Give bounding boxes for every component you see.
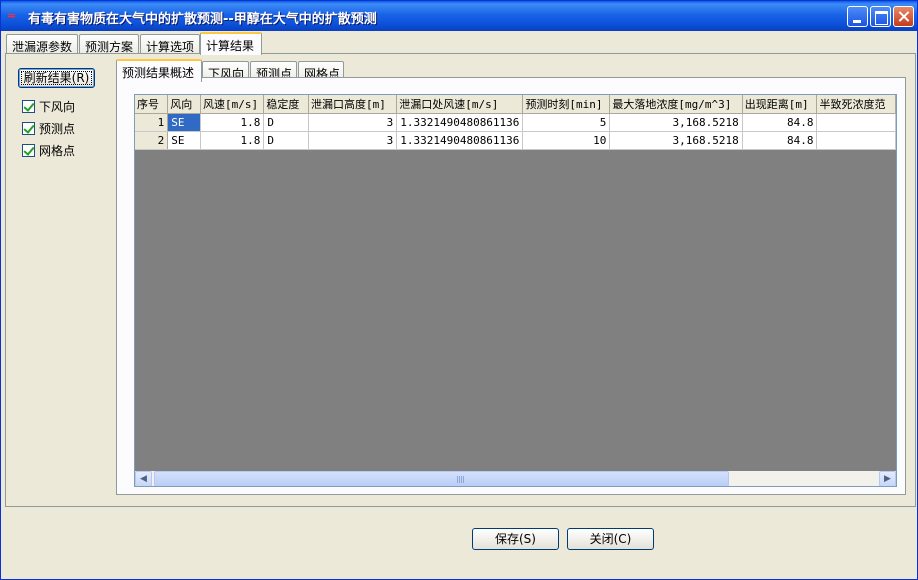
checkbox-icon[interactable] (22, 143, 35, 157)
results-grid[interactable]: 序号 风向 风速[m/s] 稳定度 泄漏口高度[m] 泄漏口处风速[m/s] 预… (134, 94, 897, 487)
save-button[interactable]: 保存(S) (472, 528, 559, 550)
table-cell[interactable]: 3,168.5218 (609, 131, 743, 150)
column-header[interactable]: 预测时刻[min] (522, 95, 611, 114)
close-window-button[interactable] (893, 6, 914, 27)
table-cell[interactable]: 2 (135, 131, 169, 150)
column-header[interactable]: 泄漏口处风速[m/s] (396, 95, 524, 114)
window-title: 有毒有害物质在大气中的扩散预测--甲醇在大气中的扩散预测 (28, 12, 377, 27)
column-header[interactable]: 风向 (167, 95, 201, 114)
column-header[interactable]: 泄漏口高度[m] (308, 95, 398, 114)
column-header[interactable]: 最大落地浓度[mg/m^3] (609, 95, 743, 114)
table-cell[interactable]: 84.8 (742, 131, 818, 150)
subtab-summary[interactable]: 预测结果概述 (116, 59, 202, 82)
table-cell[interactable]: 1.3321490480861136 (396, 113, 524, 132)
check-label: 预测点 (39, 121, 76, 136)
check-label: 网格点 (39, 143, 76, 158)
tab-calc-results[interactable]: 计算结果 (200, 32, 262, 55)
table-cell[interactable]: D (263, 113, 309, 132)
checkbox-icon[interactable] (22, 99, 35, 113)
table-cell[interactable]: 5 (522, 113, 611, 132)
table-cell[interactable]: 1.8 (200, 113, 265, 132)
table-cell[interactable]: 3,168.5218 (609, 113, 743, 132)
table-cell[interactable]: 84.8 (742, 113, 818, 132)
scroll-left-icon[interactable]: ◀ (135, 471, 152, 486)
main-window: ≈ 有毒有害物质在大气中的扩散预测--甲醇在大气中的扩散预测 泄漏源参数 预测方… (0, 0, 918, 580)
table-cell[interactable]: 1.8 (200, 131, 265, 150)
tab-leak-source[interactable]: 泄漏源参数 (6, 34, 78, 54)
column-header[interactable]: 序号 (135, 95, 169, 114)
check-prediction-point[interactable]: 预测点 (22, 120, 75, 136)
minimize-button[interactable] (847, 6, 868, 27)
column-header[interactable]: 稳定度 (263, 95, 309, 114)
tab-calc-options[interactable]: 计算选项 (140, 34, 200, 54)
tab-prediction-plan[interactable]: 预测方案 (79, 34, 139, 54)
column-header[interactable]: 风速[m/s] (200, 95, 265, 114)
column-header[interactable]: 半致死浓度范 (816, 95, 896, 114)
table-cell[interactable]: 10 (522, 131, 611, 150)
check-grid-point[interactable]: 网格点 (22, 142, 75, 158)
table-cell[interactable]: D (263, 131, 309, 150)
close-button[interactable]: 关闭(C) (567, 528, 654, 550)
table-cell[interactable]: SE (167, 131, 201, 150)
horizontal-scrollbar[interactable]: ◀ ▶ (135, 471, 896, 486)
maximize-button[interactable] (870, 6, 891, 27)
refresh-results-button[interactable]: 刷新结果(R) (18, 68, 95, 88)
results-table: 序号 风向 风速[m/s] 稳定度 泄漏口高度[m] 泄漏口处风速[m/s] 预… (135, 95, 896, 150)
scroll-right-icon[interactable]: ▶ (879, 471, 896, 486)
table-cell[interactable]: 3 (308, 113, 398, 132)
table-cell[interactable]: 3 (308, 131, 398, 150)
check-downwind[interactable]: 下风向 (22, 98, 75, 114)
table-cell[interactable]: SE (167, 113, 201, 132)
scrollbar-thumb[interactable] (154, 471, 729, 486)
table-header-row: 序号 风向 风速[m/s] 稳定度 泄漏口高度[m] 泄漏口处风速[m/s] 预… (135, 95, 896, 114)
check-label: 下风向 (39, 99, 76, 114)
app-icon: ≈ (7, 9, 17, 22)
table-cell[interactable]: 1.3321490480861136 (396, 131, 524, 150)
table-cell[interactable] (816, 131, 896, 150)
title-bar[interactable]: ≈ 有毒有害物质在大气中的扩散预测--甲醇在大气中的扩散预测 (1, 1, 917, 31)
table-cell[interactable]: 1 (135, 113, 169, 132)
table-row[interactable]: 1 SE 1.8 D 3 1.3321490480861136 5 3,168.… (135, 113, 896, 132)
grip-icon (457, 476, 465, 483)
table-cell[interactable] (816, 113, 896, 132)
table-row[interactable]: 2 SE 1.8 D 3 1.3321490480861136 10 3,168… (135, 131, 896, 150)
checkbox-icon[interactable] (22, 121, 35, 135)
column-header[interactable]: 出现距离[m] (742, 95, 818, 114)
